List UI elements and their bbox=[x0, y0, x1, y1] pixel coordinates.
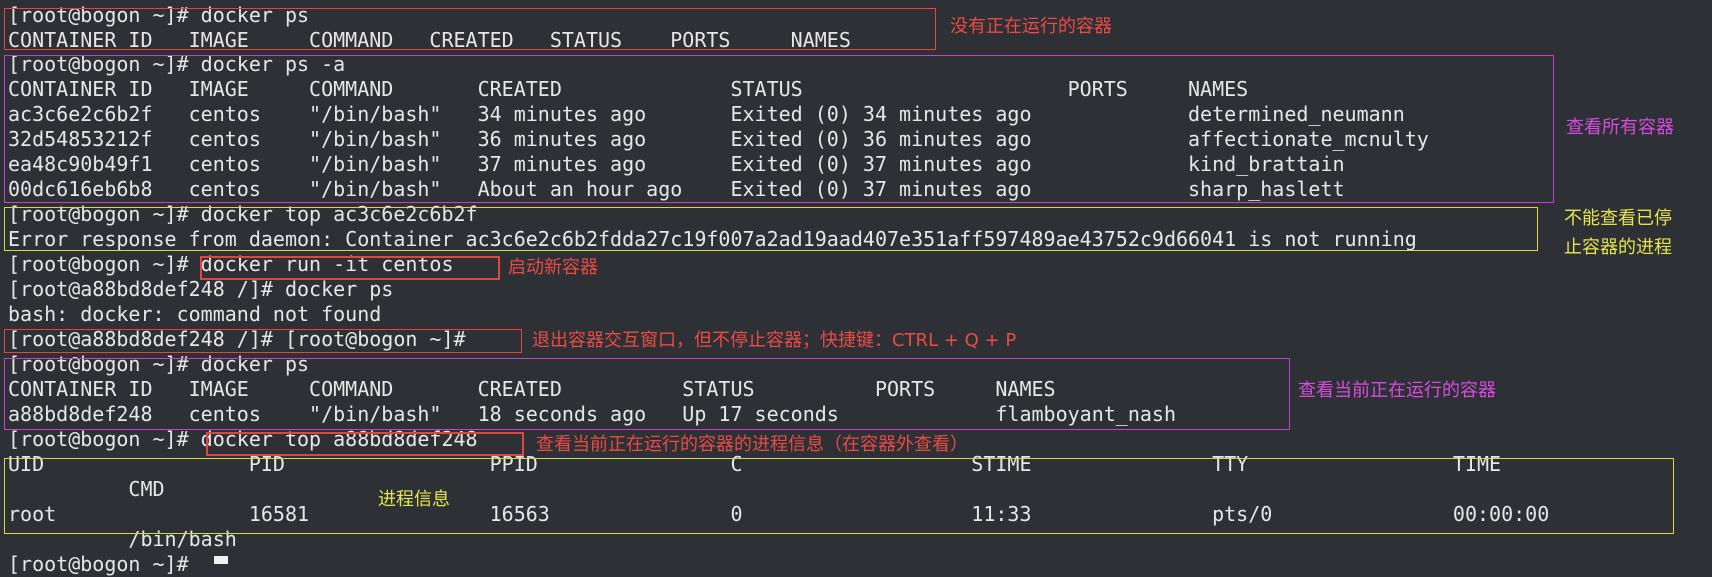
annotation-exit-tip: 退出容器交互窗口，但不停止容器；快捷键：CTRL + Q + P bbox=[532, 330, 1017, 351]
highlight-docker-ps-a bbox=[4, 55, 1554, 203]
highlight-docker-ps bbox=[4, 8, 936, 50]
annotation-view-all: 查看所有容器 bbox=[1566, 117, 1674, 138]
highlight-process-table bbox=[4, 458, 1674, 534]
annotation-process-info: 进程信息 bbox=[378, 489, 450, 510]
highlight-exit-container bbox=[4, 329, 522, 353]
highlight-running-containers bbox=[4, 358, 1290, 430]
annotation-view-process: 查看当前正在运行的容器的进程信息（在容器外查看） bbox=[536, 434, 968, 455]
terminal-prompt[interactable]: [root@bogon ~]# bbox=[8, 552, 201, 577]
terminal-line: bash: docker: command not found bbox=[8, 302, 382, 326]
highlight-docker-top-running bbox=[206, 432, 524, 456]
terminal-window: { "terminal": { "lines": [ "[root@bogon … bbox=[0, 0, 1712, 576]
annotation-view-running: 查看当前正在运行的容器 bbox=[1298, 380, 1496, 401]
annotation-start-new: 启动新容器 bbox=[508, 257, 598, 278]
annotation-no-running: 没有正在运行的容器 bbox=[950, 16, 1112, 37]
terminal-line: [root@a88bd8def248 /]# docker ps bbox=[8, 277, 394, 301]
highlight-docker-top-stopped bbox=[4, 207, 1538, 251]
annotation-cannot-view-1: 不能查看已停 bbox=[1564, 208, 1672, 229]
highlight-docker-run bbox=[200, 256, 500, 280]
text-cursor bbox=[214, 556, 228, 564]
annotation-cannot-view-2: 止容器的进程 bbox=[1564, 237, 1672, 258]
